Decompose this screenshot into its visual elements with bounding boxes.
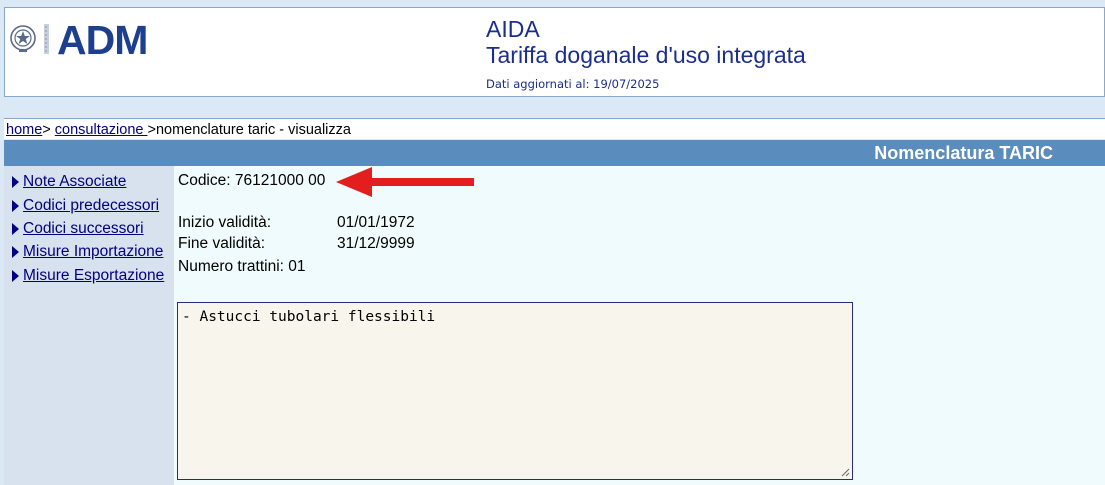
republic-emblem-icon [10,25,36,52]
section-title: Nomenclatura TARIC [874,143,1053,163]
code-label: Codice: 76121000 00 [178,172,326,189]
sidebar-item-codici-successori[interactable]: Codici successori [12,220,144,238]
end-validity-label: Fine validità: [178,235,266,252]
data-updated-label: Dati aggiornati al: 19/07/2025 [486,77,660,91]
breadcrumb-separator: > [42,122,51,138]
breadcrumb-home-link[interactable]: home [6,122,42,138]
sidebar: Note Associate Codici predecessori Codic… [4,166,174,485]
adm-logo[interactable]: ADM [57,16,148,64]
app-subtitle: Tariffa doganale d'uso integrata [486,42,806,68]
description-textarea[interactable]: - Astucci tubolari flessibili [177,302,853,480]
sidebar-item-label: Codici successori [23,220,144,237]
main-content: Codice: 76121000 00 Inizio validità: 01/… [174,166,1105,485]
triangle-right-icon [12,270,19,282]
sidebar-item-misure-esportazione[interactable]: Misure Esportazione [12,267,164,285]
sidebar-item-label: Misure Esportazione [23,267,165,284]
sidebar-item-label: Note Associate [23,173,127,190]
resize-grip-icon[interactable] [841,468,850,477]
breadcrumb-consultazione-link[interactable]: consultazione [55,122,148,138]
section-header-bar: Nomenclatura TARIC [4,140,1105,166]
triangle-right-icon [12,176,19,188]
sidebar-item-misure-importazione[interactable]: Misure Importazione [12,243,163,261]
start-validity-label: Inizio validità: [178,214,272,231]
start-validity-value: 01/01/1972 [337,214,415,231]
logo-emblem-ribbon-icon [44,24,49,54]
triangle-right-icon [12,246,19,258]
app-title: AIDA [486,16,540,42]
site-header: ADM AIDA Tariffa doganale d'uso integrat… [4,7,1105,97]
sidebar-item-codici-predecessori[interactable]: Codici predecessori [12,197,159,215]
triangle-right-icon [12,200,19,212]
description-text: - Astucci tubolari flessibili [182,309,436,325]
breadcrumb: home> consultazione >nomenclature taric … [4,118,1105,139]
sidebar-item-label: Codici predecessori [23,197,160,214]
triangle-right-icon [12,223,19,235]
sidebar-item-label: Misure Importazione [23,243,164,260]
end-validity-value: 31/12/9999 [337,235,415,252]
red-arrow-icon [336,167,474,197]
breadcrumb-current: >nomenclature taric - visualizza [147,122,351,138]
sidebar-item-note-associate[interactable]: Note Associate [12,173,126,191]
dash-count-label: Numero trattini: 01 [178,258,306,275]
